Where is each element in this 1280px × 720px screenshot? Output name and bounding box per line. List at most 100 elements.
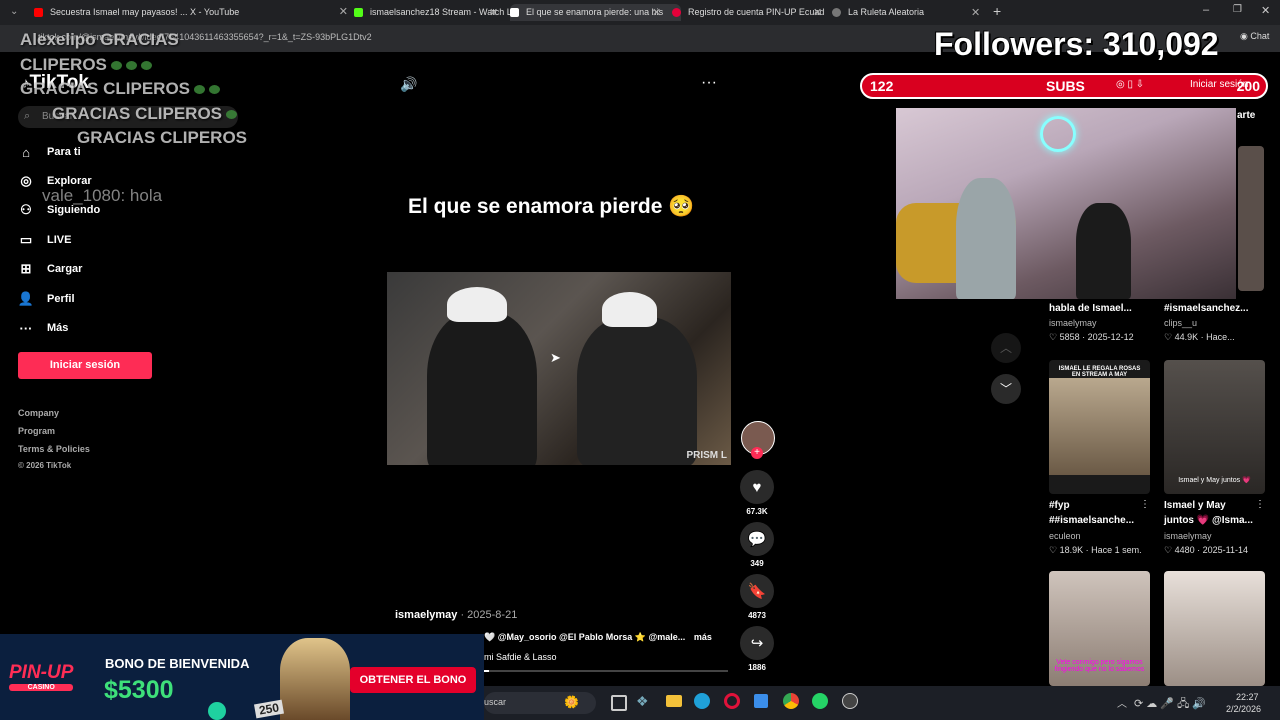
sidebar-item-live[interactable]: ▭ LIVE	[18, 229, 72, 251]
video-player[interactable]: PRISM L	[387, 272, 731, 465]
tab-menu-icon[interactable]: ⌄	[10, 6, 18, 17]
previous-video-button[interactable]: ︿	[991, 333, 1021, 363]
thanks-overlay-line: GRACIAS CLIPEROS	[20, 79, 221, 99]
sidebar-item-para-ti[interactable]: ⌂ Para ti	[18, 141, 81, 163]
close-tab-icon[interactable]: ✕	[652, 6, 661, 19]
like-count: 67.3K	[746, 507, 768, 516]
close-tab-icon[interactable]: ✕	[813, 6, 822, 19]
pepe-emote-icon	[226, 110, 238, 119]
youtube-icon	[34, 8, 43, 17]
bookmark-icon: 🔖	[747, 583, 767, 600]
related-meta: ♡ 44.9K · Hace...	[1164, 332, 1235, 342]
webcam-feed	[896, 108, 1236, 299]
footer-company-link[interactable]: Company	[18, 408, 59, 418]
new-tab-icon[interactable]: +	[993, 3, 1001, 19]
music-label[interactable]: mi Safdie & Lasso	[484, 652, 557, 662]
sidebar-item-cargar[interactable]: ⊞ Cargar	[18, 258, 83, 280]
related-title[interactable]: ##ismaelsanche...	[1049, 515, 1134, 526]
related-title[interactable]: Ismael y May	[1164, 500, 1226, 511]
related-author[interactable]: eculeon	[1049, 531, 1081, 541]
related-title[interactable]: #fyp	[1049, 500, 1070, 511]
share-icon: ↪	[750, 635, 764, 652]
neon-sign	[1040, 116, 1076, 152]
footer-program-link[interactable]: Program	[18, 426, 55, 436]
file-explorer-icon[interactable]	[666, 695, 682, 707]
store-icon[interactable]	[754, 694, 768, 708]
related-menu-icon[interactable]: ⋮	[1140, 499, 1150, 510]
profile-icon: 👤	[17, 291, 35, 306]
sidebar-item-mas[interactable]: ··· Más	[18, 317, 69, 339]
more-link[interactable]: más	[694, 632, 712, 642]
taskbar-search[interactable]: uscar 🌼	[484, 692, 596, 714]
maximize-icon[interactable]: ❐	[1233, 4, 1242, 15]
hat-right	[602, 292, 657, 327]
related-title[interactable]: #ismaelsanchez...	[1164, 303, 1249, 314]
related-author[interactable]: ismaelymay	[1164, 531, 1212, 541]
close-tab-icon[interactable]: ✕	[489, 6, 498, 19]
share-partial-label[interactable]: arte	[1237, 110, 1255, 121]
task-view-icon[interactable]	[611, 695, 627, 711]
ad-cta-button[interactable]: OBTENER EL BONO	[350, 667, 476, 693]
obs-icon[interactable]	[842, 693, 858, 709]
share-count: 1886	[748, 663, 766, 672]
thanks-overlay-line: GRACIAS CLIPEROS	[52, 104, 238, 124]
volume-icon[interactable]: 🔊	[400, 76, 417, 93]
download-icon: ◎ ▯ ⇩	[1116, 79, 1145, 90]
webcam-person-left	[956, 178, 1016, 299]
pinup-icon	[672, 8, 681, 17]
green-coin-icon	[208, 702, 226, 720]
tray-icons[interactable]: ⟳ ☁ 🎤 🖧 🔊	[1134, 695, 1206, 714]
chat-icon[interactable]: ◉ Chat	[1240, 31, 1269, 42]
pinup-ad-banner[interactable]: PIN-UP CASINO BONO DE BIENVENIDA $5300 O…	[0, 634, 484, 720]
related-thumbnail[interactable]: Vete conmigo pero sigamos fingiendo que …	[1049, 571, 1150, 686]
subs-goal: 200	[1236, 78, 1260, 94]
related-thumbnail[interactable]: Ismael y May juntos 💗	[1164, 360, 1265, 494]
related-author[interactable]: ismaelymay	[1049, 318, 1097, 328]
video-progress-bar[interactable]	[484, 670, 728, 672]
follow-plus-icon[interactable]: +	[751, 447, 763, 459]
like-button[interactable]: ♥	[740, 470, 774, 504]
video-author[interactable]: ismaelymay · 2025-8-21	[395, 609, 517, 621]
related-title[interactable]: juntos 💗 @Isma...	[1164, 515, 1253, 526]
footer-terms-link[interactable]: Terms & Policies	[18, 444, 90, 454]
compass-icon: ◎	[20, 173, 32, 188]
ad-amount: $5300	[104, 676, 174, 704]
comment-button[interactable]: 💬	[740, 522, 774, 556]
related-meta: ♡ 5858 · 2025-12-12	[1049, 332, 1134, 342]
minimize-icon[interactable]: –	[1203, 4, 1209, 16]
chrome-icon[interactable]	[783, 693, 799, 709]
close-tab-icon[interactable]: ✕	[339, 4, 348, 21]
search-icon: ⌕	[24, 110, 31, 122]
sidebar-item-perfil[interactable]: 👤 Perfil	[18, 288, 75, 310]
related-author[interactable]: clips__u	[1164, 318, 1197, 328]
copilot-icon[interactable]: ❖	[636, 693, 649, 710]
video-person-right	[577, 317, 697, 465]
clock-date[interactable]: 2/2/2026	[1226, 704, 1261, 714]
close-tab-icon[interactable]: ✕	[971, 6, 980, 19]
share-button[interactable]: ↪	[740, 626, 774, 660]
subs-goal-bar: 122 SUBS ◎ ▯ ⇩ Iniciar sesión 200	[860, 73, 1268, 99]
related-thumbnail[interactable]: ISMAEL LE REGALA ROSAS EN STREAM A MAY	[1049, 360, 1150, 494]
webcam-person-right	[1076, 203, 1131, 299]
login-button[interactable]: Iniciar sesión	[18, 352, 152, 379]
ad-headline: BONO DE BIENVENIDA	[105, 656, 250, 671]
related-title[interactable]: habla de Ismael...	[1049, 303, 1132, 314]
next-video-button[interactable]: ﹀	[991, 374, 1021, 404]
live-icon: ▭	[19, 232, 33, 247]
more-options-icon[interactable]: ···	[701, 74, 717, 92]
tab-pinup[interactable]: Registro de cuenta PIN-UP Ecuad	[672, 4, 828, 21]
chat-overlay-line: vale_1080: hola	[42, 186, 163, 205]
related-thumbnail[interactable]	[1164, 571, 1265, 686]
clock-time[interactable]: 22:27	[1236, 692, 1259, 702]
close-window-icon[interactable]: ✕	[1261, 4, 1270, 17]
whatsapp-icon[interactable]	[812, 693, 828, 709]
save-button[interactable]: 🔖	[740, 574, 774, 608]
related-menu-icon[interactable]: ⋮	[1255, 499, 1265, 510]
comment-icon: 💬	[747, 531, 767, 548]
tray-chevron-icon[interactable]: ︿	[1117, 695, 1127, 710]
heart-icon: ♥	[752, 478, 762, 496]
tab-youtube[interactable]: Secuestra Ismael may payasos! ... X - Yo…	[34, 4, 350, 21]
related-thumb-partial[interactable]	[1238, 146, 1264, 291]
edge-icon[interactable]	[694, 693, 710, 709]
opera-icon[interactable]	[724, 693, 740, 709]
